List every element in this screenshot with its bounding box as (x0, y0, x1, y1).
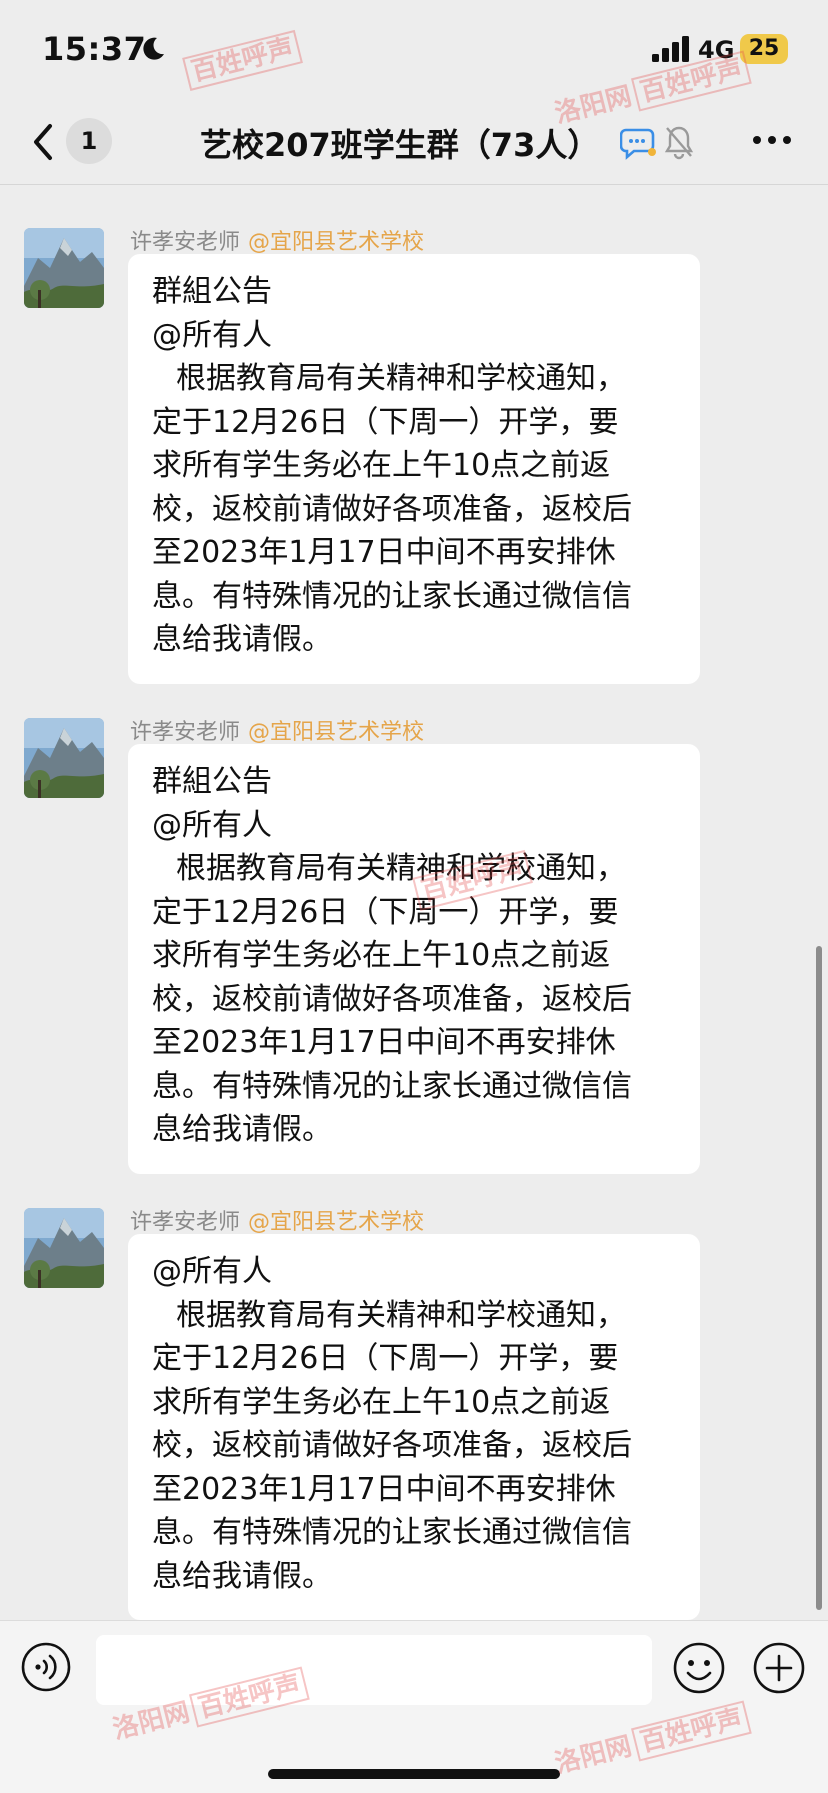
chat-status-icon[interactable] (620, 126, 658, 160)
message-line: 校，返校前请做好各项准备，返校后 (152, 491, 632, 527)
nav-bar: 1 艺校207班学生群（73人） (0, 100, 828, 185)
message-bubble[interactable]: @所有人 根据教育局有关精神和学校通知， 定于12月26日（下周一）开学，要 求… (128, 1234, 700, 1620)
sender-org-tag: @宜阳县艺术学校 (248, 720, 425, 745)
message-line: 息。有特殊情况的让家长通过微信信 (152, 1515, 632, 1550)
message-line: 根据教育局有关精神和学校通知， (176, 851, 626, 886)
mountain-landscape-image (24, 1208, 104, 1288)
signal-icon (652, 36, 689, 62)
avatar[interactable] (24, 1208, 104, 1288)
status-time: 15:37 (42, 30, 147, 68)
mountain-landscape-image (24, 228, 104, 308)
scrollbar-thumb[interactable] (816, 946, 822, 1610)
avatar[interactable] (24, 718, 104, 798)
message-line: 至2023年1月17日中间不再安排休 (152, 1025, 616, 1060)
message-input[interactable] (96, 1635, 652, 1705)
message-line: @所有人 (152, 1254, 272, 1289)
message-line: 群組公告 (152, 764, 272, 799)
sender-name[interactable]: 许孝安老师 (130, 1210, 240, 1235)
message-line: 息。有特殊情况的让家长通过微信信 (152, 578, 632, 614)
home-indicator[interactable] (268, 1769, 560, 1779)
message-line: 根据教育局有关精神和学校通知， (176, 1297, 626, 1333)
voice-icon[interactable] (20, 1641, 72, 1693)
message-line: 根据教育局有关精神和学校通知， (176, 361, 626, 396)
sender-org-tag: @宜阳县艺术学校 (248, 230, 425, 255)
battery-indicator: 25 (740, 34, 788, 64)
sender-org-tag: @宜阳县艺术学校 (248, 1210, 425, 1235)
back-icon[interactable] (28, 120, 58, 164)
message-line: @所有人 (152, 317, 272, 353)
more-icon[interactable] (752, 132, 792, 148)
message-bubble[interactable]: 群組公告 @所有人 根据教育局有关精神和学校通知， 定于12月26日（下周一）开… (128, 254, 700, 684)
message-line: 至2023年1月17日中间不再安排休 (152, 535, 616, 570)
chat-title: 艺校207班学生群（73人） (200, 126, 600, 164)
unread-count-badge[interactable]: 1 (66, 118, 112, 164)
message-line: 定于12月26日（下周一）开学，要 (152, 1341, 619, 1376)
sender-name[interactable]: 许孝安老师 (130, 230, 240, 255)
sender-line: 许孝安老师 @宜阳县艺术学校 (130, 1204, 424, 1236)
input-bar (0, 1620, 828, 1793)
status-bar: 15:37 4G 25 (0, 0, 828, 100)
sender-name[interactable]: 许孝安老师 (130, 720, 240, 745)
message-line: 息。有特殊情况的让家长通过微信信 (152, 1068, 632, 1104)
mute-bell-icon[interactable] (664, 124, 694, 160)
network-label: 4G (698, 36, 735, 64)
mountain-landscape-image (24, 718, 104, 798)
message-line: 求所有学生务必在上午10点之前返 (152, 448, 611, 483)
sender-line: 许孝安老师 @宜阳县艺术学校 (130, 224, 424, 256)
message-line: @所有人 (152, 807, 272, 843)
message-line: 求所有学生务必在上午10点之前返 (152, 1384, 611, 1420)
message-line: 至2023年1月17日中间不再安排休 (152, 1471, 616, 1507)
message-line: 校，返校前请做好各项准备，返校后 (152, 1428, 632, 1463)
message-line: 息给我请假。 (152, 622, 332, 657)
message-line: 定于12月26日（下周一）开学，要 (152, 894, 619, 930)
message-line: 求所有学生务必在上午10点之前返 (152, 938, 611, 973)
sender-line: 许孝安老师 @宜阳县艺术学校 (130, 714, 424, 746)
message-line: 息给我请假。 (152, 1112, 332, 1147)
avatar[interactable] (24, 228, 104, 308)
message-line: 息给我请假。 (152, 1558, 332, 1594)
message-line: 校，返校前请做好各项准备，返校后 (152, 981, 632, 1017)
message-line: 群組公告 (152, 274, 272, 309)
moon-icon (143, 37, 164, 60)
emoji-icon[interactable] (672, 1641, 726, 1695)
message-bubble[interactable]: 群組公告 @所有人 根据教育局有关精神和学校通知， 定于12月26日（下周一）开… (128, 744, 700, 1174)
message-line: 定于12月26日（下周一）开学，要 (152, 404, 619, 440)
plus-icon[interactable] (752, 1641, 806, 1695)
